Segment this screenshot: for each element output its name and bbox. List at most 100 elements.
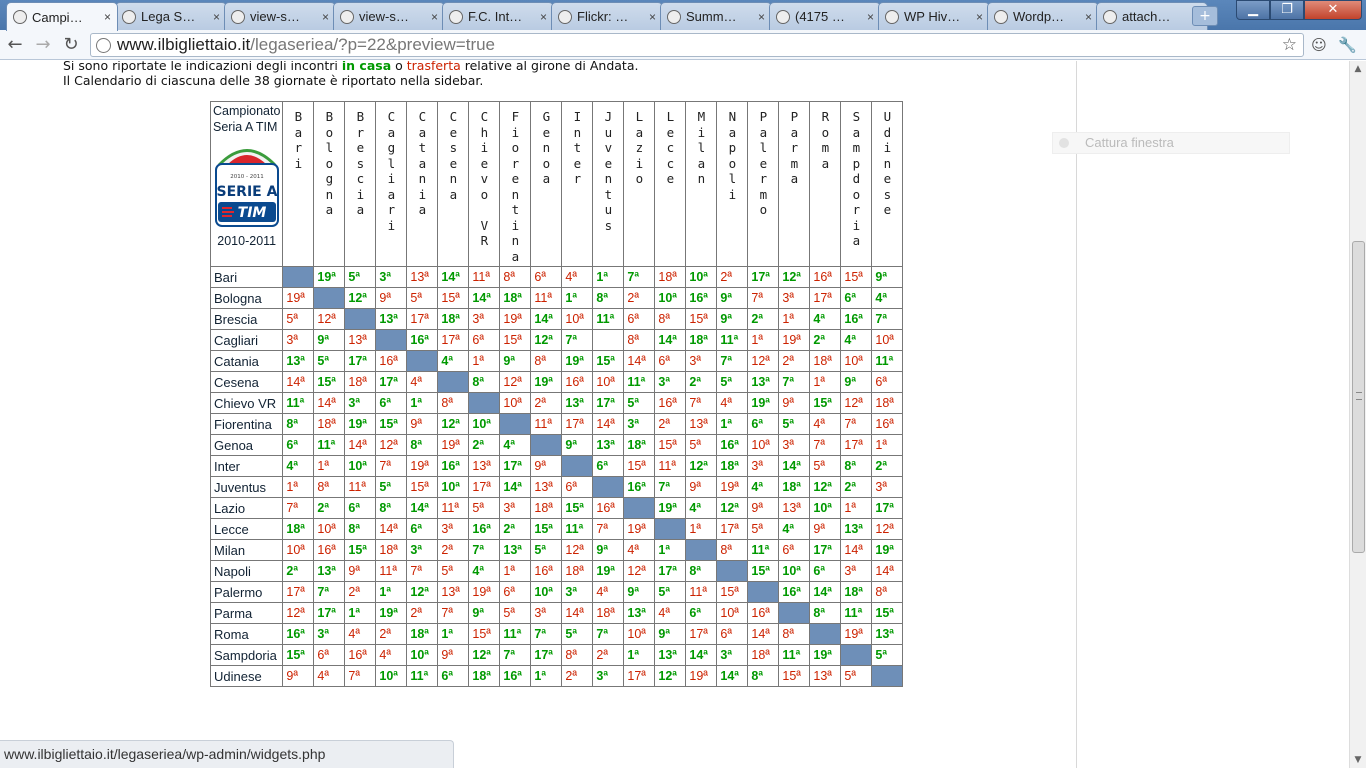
diagonal-cell bbox=[282, 266, 315, 288]
tab-close-icon[interactable]: × bbox=[104, 10, 111, 24]
wrench-menu-icon[interactable]: 🔧 bbox=[1338, 36, 1357, 54]
home-round-cell: 9ª bbox=[840, 371, 873, 393]
scroll-thumb[interactable] bbox=[1352, 241, 1365, 553]
intro-line2: Il Calendario di ciascuna delle 38 giorn… bbox=[63, 73, 484, 88]
scroll-up-arrow-icon[interactable]: ▲ bbox=[1350, 61, 1366, 77]
away-round-cell: 11ª bbox=[344, 476, 377, 498]
away-round-cell: 18ª bbox=[313, 413, 346, 435]
table-row: Catania 13ª 5ª 17ª 16ª 4ª 1ª 9ª 8ª 19ª 15ª 14ª 6ª 3ª 7… bbox=[209, 350, 904, 372]
tab-7[interactable]: (4175 … × bbox=[769, 2, 881, 30]
home-round-cell: 12ª bbox=[685, 455, 718, 477]
tab-close-icon[interactable]: × bbox=[1085, 10, 1092, 24]
vertical-scrollbar[interactable]: ▲ ▼ bbox=[1349, 61, 1366, 768]
tab-2[interactable]: view-s… × bbox=[224, 2, 336, 30]
home-round-cell: 1ª bbox=[561, 287, 594, 309]
away-round-cell: 19ª bbox=[840, 623, 873, 645]
away-round-cell: 17ª bbox=[840, 434, 873, 456]
tab-5[interactable]: Flickr: … × bbox=[551, 2, 663, 30]
address-bar[interactable]: www.ilbigliettaio.it/legaseriea/?p=22&pr… bbox=[90, 33, 1304, 57]
home-round-cell: 10ª bbox=[406, 644, 439, 666]
away-round-cell: 17ª bbox=[468, 476, 501, 498]
column-header-label: Lazio bbox=[635, 109, 644, 186]
column-header-team: Inter bbox=[561, 101, 594, 267]
back-button[interactable]: ← bbox=[4, 34, 26, 56]
scroll-down-arrow-icon[interactable]: ▼ bbox=[1350, 752, 1366, 768]
away-round-cell: 16ª bbox=[561, 371, 594, 393]
column-header-label: Cesena bbox=[449, 109, 458, 202]
reload-icon[interactable]: ↻ bbox=[60, 34, 82, 56]
home-round-cell: 11ª bbox=[313, 434, 346, 456]
row-team-name: Udinese bbox=[209, 665, 284, 687]
column-header-team: Lazio bbox=[623, 101, 656, 267]
tab-1[interactable]: Lega S… × bbox=[115, 2, 227, 30]
tab-close-icon[interactable]: × bbox=[867, 10, 874, 24]
sidebar-widget[interactable]: Cattura finestra bbox=[1052, 132, 1290, 154]
away-round-cell: 10ª bbox=[499, 392, 532, 414]
tab-0[interactable]: Campi… × bbox=[6, 2, 118, 31]
home-round-cell: 19ª bbox=[747, 392, 780, 414]
table-row: Lecce 18ª 10ª 8ª 14ª 6ª 3ª 16ª 2ª 15ª 11ª 7ª 19ª 1ª 17… bbox=[209, 518, 904, 540]
intro-in-casa: in casa bbox=[341, 61, 392, 73]
diagonal-cell bbox=[840, 644, 873, 666]
tab-close-icon[interactable]: × bbox=[976, 10, 983, 24]
tab-3[interactable]: view-s… × bbox=[333, 2, 445, 30]
away-round-cell: 6ª bbox=[499, 581, 532, 603]
home-round-cell: 19ª bbox=[592, 560, 625, 582]
row-team-name: Parma bbox=[209, 602, 284, 624]
tab-close-icon[interactable]: × bbox=[431, 10, 438, 24]
home-round-cell: 4ª bbox=[778, 518, 811, 540]
column-header-team: Fiorentina bbox=[499, 101, 532, 267]
wordpress-icon bbox=[231, 9, 245, 24]
away-round-cell: 2ª bbox=[778, 350, 811, 372]
home-round-cell: 16ª bbox=[840, 308, 873, 330]
tab-close-icon[interactable]: × bbox=[322, 10, 329, 24]
home-round-cell: 13ª bbox=[375, 308, 408, 330]
tab-label: (4175 … bbox=[795, 9, 845, 24]
home-round-cell: 5ª bbox=[716, 371, 749, 393]
close-window-button[interactable]: ✕ bbox=[1304, 0, 1362, 20]
home-round-cell: 8ª bbox=[468, 371, 501, 393]
column-header-label: Napoli bbox=[728, 109, 737, 202]
away-round-cell: 13ª bbox=[344, 329, 377, 351]
away-round-cell: 3ª bbox=[685, 350, 718, 372]
tab-9[interactable]: Wordp… × bbox=[987, 2, 1099, 30]
extension-icon[interactable]: ☺ bbox=[1310, 36, 1328, 54]
away-round-cell: 18ª bbox=[871, 392, 904, 414]
column-header-team: Bologna bbox=[313, 101, 346, 267]
tab-close-icon[interactable]: × bbox=[649, 10, 656, 24]
column-header-label: Bari bbox=[294, 109, 303, 171]
page-icon bbox=[885, 9, 899, 24]
new-tab-button[interactable]: + bbox=[1192, 6, 1218, 26]
tab-close-icon[interactable]: × bbox=[540, 10, 547, 24]
minimize-button[interactable]: ▁ bbox=[1236, 0, 1270, 20]
home-round-cell: 8ª bbox=[840, 455, 873, 477]
column-header-team: Palermo bbox=[747, 101, 780, 267]
home-round-cell: 8ª bbox=[685, 560, 718, 582]
away-round-cell: 12ª bbox=[840, 392, 873, 414]
column-header-team: Roma bbox=[809, 101, 842, 267]
away-round-cell: 3ª bbox=[468, 308, 501, 330]
tab-close-icon[interactable]: × bbox=[213, 10, 220, 24]
summary-icon bbox=[667, 9, 681, 24]
away-round-cell: 12ª bbox=[499, 371, 532, 393]
home-round-cell: 3ª bbox=[344, 392, 377, 414]
away-round-cell: 7ª bbox=[375, 455, 408, 477]
away-round-cell: 14ª bbox=[871, 560, 904, 582]
maximize-button[interactable]: ❐ bbox=[1270, 0, 1304, 20]
tab-4[interactable]: F.C. Int… × bbox=[442, 2, 554, 30]
bookmark-star-icon[interactable]: ☆ bbox=[1282, 34, 1297, 56]
away-round-cell: 15ª bbox=[437, 287, 470, 309]
tab-6[interactable]: Summ… × bbox=[660, 2, 772, 30]
home-round-cell: 12ª bbox=[809, 476, 842, 498]
tab-label: Lega S… bbox=[141, 9, 196, 24]
away-round-cell: 1ª bbox=[313, 455, 346, 477]
home-round-cell: 10ª bbox=[530, 581, 563, 603]
tab-close-icon[interactable]: × bbox=[758, 10, 765, 24]
intro-text: Si sono riportate le indicazioni degli i… bbox=[63, 61, 638, 88]
away-round-cell: 6ª bbox=[871, 371, 904, 393]
forward-button[interactable]: → bbox=[32, 34, 54, 56]
tab-8[interactable]: WP Hiv… × bbox=[878, 2, 990, 30]
away-round-cell: 12ª bbox=[871, 518, 904, 540]
away-round-cell: 19ª bbox=[685, 665, 718, 687]
diagonal-cell bbox=[778, 602, 811, 624]
